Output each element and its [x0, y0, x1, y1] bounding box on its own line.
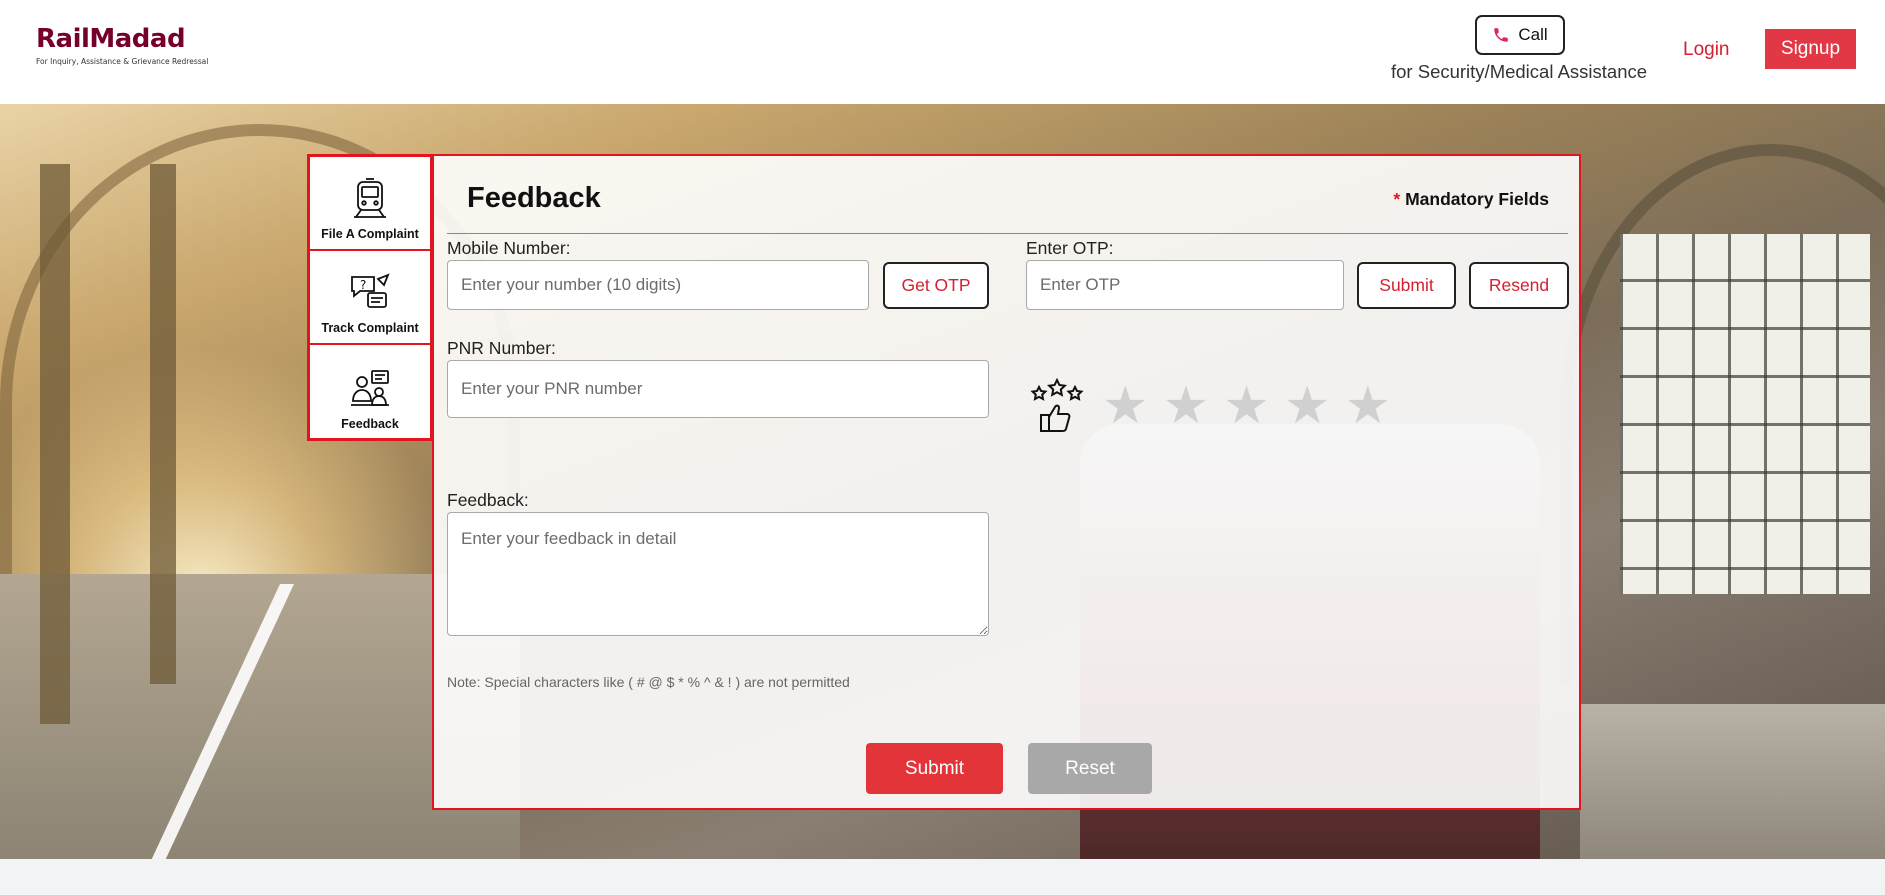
submit-button[interactable]: Submit — [866, 743, 1003, 794]
mandatory-text: Mandatory Fields — [1405, 189, 1549, 209]
logo-subtitle: For Inquiry, Assistance & Grievance Redr… — [36, 57, 209, 66]
rating-thumbs-up-icon — [1030, 377, 1084, 432]
call-label: Call — [1518, 25, 1548, 44]
title-divider — [447, 233, 1568, 234]
rating-star-3[interactable]: ★ — [1223, 380, 1270, 432]
rating-star-4[interactable]: ★ — [1284, 380, 1331, 432]
top-header: RailMadad For Inquiry, Assistance & Grie… — [0, 0, 1885, 104]
resend-otp-button[interactable]: Resend — [1469, 262, 1569, 309]
side-item-label: Track Complaint — [321, 321, 419, 335]
star-rating: ★ ★ ★ ★ ★ — [1028, 377, 1391, 435]
svg-text:?: ? — [360, 278, 366, 292]
phone-icon — [1494, 28, 1509, 42]
login-link[interactable]: Login — [1683, 39, 1730, 61]
mandatory-fields-note: * Mandatory Fields — [1393, 189, 1549, 210]
logo-title: RailMadad — [36, 24, 186, 54]
mobile-number-label: Mobile Number: — [447, 238, 571, 258]
call-button[interactable]: Call — [1475, 15, 1565, 55]
signup-button[interactable]: Signup — [1765, 29, 1856, 69]
train-icon — [354, 178, 386, 218]
special-characters-note: Note: Special characters like ( # @ $ * … — [447, 674, 850, 690]
rating-star-5[interactable]: ★ — [1345, 380, 1392, 432]
required-asterisk: * — [1393, 189, 1401, 209]
side-item-feedback[interactable]: Feedback — [310, 345, 430, 439]
feedback-textarea[interactable] — [447, 512, 989, 636]
rating-star-2[interactable]: ★ — [1163, 380, 1210, 432]
rating-star-1[interactable]: ★ — [1102, 380, 1149, 432]
side-menu: File A Complaint ? Track Complaint Feedb… — [307, 154, 433, 441]
otp-submit-button[interactable]: Submit — [1357, 262, 1456, 309]
assistance-text: for Security/Medical Assistance — [1391, 61, 1648, 82]
feedback-label: Feedback: — [447, 490, 529, 510]
side-item-label: File A Complaint — [321, 227, 419, 241]
rating-stars: ★ ★ ★ ★ ★ — [1102, 380, 1391, 432]
side-item-label: Feedback — [341, 417, 399, 431]
otp-label: Enter OTP: — [1026, 238, 1114, 258]
reset-button[interactable]: Reset — [1028, 743, 1152, 794]
feedback-icon — [351, 370, 389, 406]
pnr-number-input[interactable] — [447, 360, 989, 418]
mobile-number-input[interactable] — [447, 260, 869, 310]
page-title: Feedback — [467, 182, 601, 214]
otp-input[interactable] — [1026, 260, 1344, 310]
pnr-number-label: PNR Number: — [447, 338, 556, 358]
track-icon: ? — [351, 273, 390, 308]
get-otp-button[interactable]: Get OTP — [883, 262, 989, 309]
side-item-track-complaint[interactable]: ? Track Complaint — [310, 251, 430, 345]
footer-strip — [0, 859, 1885, 895]
feedback-form-panel: Feedback * Mandatory Fields Mobile Numbe… — [432, 154, 1581, 810]
railmadad-logo[interactable]: RailMadad For Inquiry, Assistance & Grie… — [36, 24, 208, 66]
side-item-file-complaint[interactable]: File A Complaint — [310, 157, 430, 251]
